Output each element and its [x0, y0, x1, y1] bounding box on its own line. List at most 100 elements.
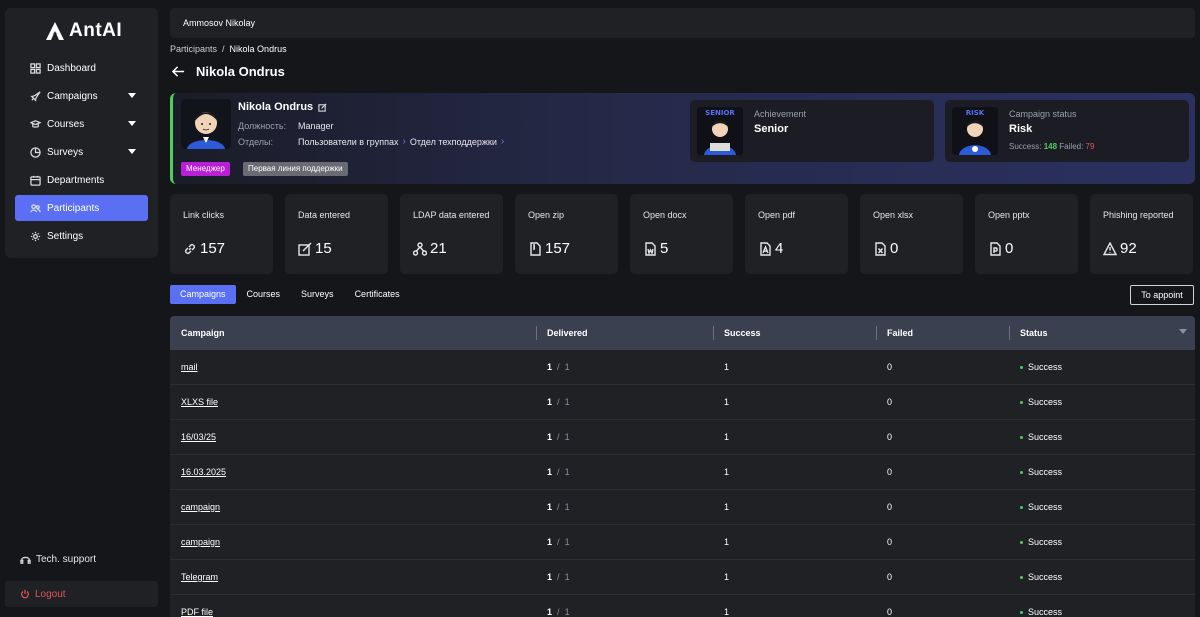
stat-value-row: 5 — [643, 240, 668, 257]
topbar: Ammosov Nikolay — [170, 8, 1195, 38]
campaign-cell: campaign — [181, 525, 220, 560]
table-row[interactable]: campaign 1 / 1 1 0 Success — [170, 490, 1195, 525]
back-arrow-icon[interactable] — [172, 65, 185, 78]
delivered-cell: 1 / 1 — [547, 525, 570, 560]
status-cell: Success — [1020, 350, 1062, 385]
delivered-value: 1 — [547, 502, 553, 512]
column-header-delivered[interactable]: Delivered — [547, 316, 588, 350]
stat-value-row: 21 — [413, 240, 447, 257]
stat-card-data-entered: Data entered 15 — [285, 194, 388, 274]
stat-label: Open xlsx — [873, 210, 914, 220]
campaign-link[interactable]: XLXS file — [181, 397, 218, 407]
failed-cell: 0 — [887, 432, 893, 442]
column-header-status[interactable]: Status — [1020, 316, 1048, 350]
table-row[interactable]: campaign 1 / 1 1 0 Success — [170, 525, 1195, 560]
campaign-link[interactable]: 16.03.2025 — [181, 467, 226, 477]
sidebar-item-dashboard[interactable]: Dashboard — [15, 55, 148, 81]
stat-value-row: 0 — [988, 240, 1013, 257]
delivered-total: 1 — [564, 397, 570, 407]
column-header-campaign[interactable]: Campaign — [181, 316, 225, 350]
stat-card-open-pdf: Open pdf 4 — [745, 194, 848, 274]
stat-card-phishing-reported: Phishing reported 92 — [1090, 194, 1193, 274]
stat-value-row: 92 — [1103, 240, 1137, 257]
to-appoint-button[interactable]: To appoint — [1130, 285, 1194, 305]
campaign-cell: Telegram — [181, 560, 218, 595]
status-text: Success — [1028, 537, 1063, 547]
table-row[interactable]: XLXS file 1 / 1 1 0 Success — [170, 385, 1195, 420]
sidebar-item-departments[interactable]: Departments — [15, 167, 148, 193]
table-row[interactable]: 16/03/25 1 / 1 1 0 Success — [170, 420, 1195, 455]
current-user-name[interactable]: Ammosov Nikolay — [183, 18, 255, 28]
campaign-cell: 16/03/25 — [181, 420, 216, 455]
tech-support-link[interactable]: Tech. support — [20, 554, 96, 565]
status-text: Success — [1028, 362, 1063, 372]
breadcrumb-parent[interactable]: Participants — [170, 44, 217, 54]
position-label: Должность: — [238, 121, 287, 131]
stat-label: Open docx — [643, 210, 687, 220]
logout-button[interactable]: Logout — [5, 581, 158, 607]
campaign-link[interactable]: 16/03/25 — [181, 432, 216, 442]
participant-name: Nikola Ondrus — [238, 101, 327, 113]
delivered-total: 1 — [564, 362, 570, 372]
stat-card-link-clicks: Link clicks 157 — [170, 194, 273, 274]
column-divider — [713, 326, 714, 340]
tab-certificates[interactable]: Certificates — [345, 285, 410, 304]
stat-label: Open zip — [528, 210, 565, 220]
column-header-success[interactable]: Success — [724, 316, 761, 350]
departments-row: Отделы: Пользователи в группах › Отдел т… — [238, 136, 508, 147]
delivered-separator: / — [554, 537, 563, 547]
delivered-separator: / — [554, 572, 563, 582]
chevron-down-icon[interactable] — [128, 149, 136, 154]
failed-count-label: Failed: — [1059, 142, 1084, 151]
status-cell: Success — [1020, 490, 1062, 525]
tab-surveys[interactable]: Surveys — [291, 285, 344, 304]
department-path-item[interactable]: Отдел техподдержки — [410, 137, 497, 147]
sidebar-item-courses[interactable]: Courses — [15, 111, 148, 137]
tab-courses[interactable]: Courses — [237, 285, 291, 304]
chevron-down-icon[interactable] — [128, 121, 136, 126]
edit-icon[interactable] — [318, 102, 327, 112]
campaigns-table: Campaign Delivered Success Failed Status… — [170, 316, 1195, 617]
stat-card-open-xlsx: Open xlsx 0 — [860, 194, 963, 274]
campaign-link[interactable]: campaign — [181, 502, 220, 512]
department-path-item[interactable]: Пользователи в группах — [298, 137, 398, 147]
failed-cell: 0 — [887, 362, 893, 372]
sidebar-item-campaigns[interactable]: Campaigns — [15, 83, 148, 109]
tab-campaigns[interactable]: Campaigns — [170, 285, 236, 304]
stat-value: 157 — [200, 240, 226, 257]
campaign-status-label: Campaign status — [1009, 109, 1077, 119]
participant-profile-card: Nikola Ondrus Должность: Manager Отделы:… — [170, 93, 1195, 184]
table-row[interactable]: mail 1 / 1 1 0 Success — [170, 350, 1195, 385]
sidebar-item-surveys[interactable]: Surveys — [15, 139, 148, 165]
table-row[interactable]: Telegram 1 / 1 1 0 Success — [170, 560, 1195, 595]
table-row[interactable]: 16.03.2025 1 / 1 1 0 Success — [170, 455, 1195, 490]
campaign-status-value: Risk — [1009, 123, 1033, 135]
campaign-cell: PDF file — [181, 595, 213, 617]
campaign-link[interactable]: Telegram — [181, 572, 218, 582]
campaign-link[interactable]: PDF file — [181, 607, 213, 617]
column-header-failed[interactable]: Failed — [887, 316, 913, 350]
campaign-link[interactable]: mail — [181, 362, 198, 372]
failed-count: 79 — [1085, 142, 1095, 151]
sidebar: AntAI Dashboard Campaigns Courses Survey… — [5, 8, 158, 258]
brand-name: AntAI — [69, 20, 123, 41]
filter-icon[interactable] — [1179, 329, 1187, 334]
sidebar-item-settings[interactable]: Settings — [15, 223, 148, 249]
sidebar-item-label: Campaigns — [47, 90, 98, 102]
stat-value: 92 — [1120, 240, 1137, 257]
brand-logo[interactable]: AntAI — [45, 18, 122, 44]
chevron-right-icon: › — [402, 136, 406, 147]
status-cell: Success — [1020, 560, 1062, 595]
failed-cell: 0 — [887, 397, 893, 407]
campaign-link[interactable]: campaign — [181, 537, 220, 547]
status-text: Success — [1028, 467, 1063, 477]
delivered-total: 1 — [564, 607, 570, 617]
status-dot-icon — [1020, 366, 1023, 370]
role-tag: Менеджер — [181, 162, 230, 176]
stat-card-open-docx: Open docx 5 — [630, 194, 733, 274]
stat-value: 15 — [315, 240, 332, 257]
table-row[interactable]: PDF file 1 / 1 1 0 Success — [170, 595, 1195, 617]
sidebar-item-participants[interactable]: Participants — [15, 195, 148, 221]
chevron-down-icon[interactable] — [128, 93, 136, 98]
success-cell: 1 — [724, 397, 730, 407]
